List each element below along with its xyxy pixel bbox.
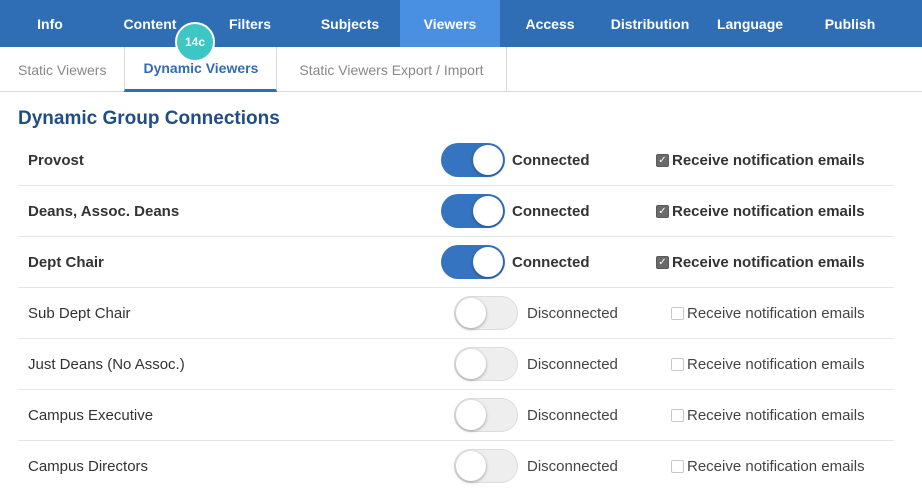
subtab-static-viewers[interactable]: Static Viewers (0, 47, 124, 92)
group-list: Provost Connected ✓ Receive notification … (18, 135, 894, 492)
checkbox-unchecked-icon (671, 307, 684, 320)
notify-label: Receive notification emails (687, 356, 865, 373)
notify-label: Receive notification emails (687, 305, 865, 322)
notify-label: Receive notification emails (672, 254, 865, 271)
connection-status: Disconnected (527, 305, 618, 322)
top-nav: Info Content Filters Subjects Viewers Ac… (0, 0, 922, 47)
group-name: Campus Directors (28, 458, 149, 475)
notify-checkbox[interactable]: Receive notification emails (671, 441, 865, 492)
notify-checkbox[interactable]: ✓ Receive notification emails (656, 135, 865, 186)
group-row: Campus Directors Disconnected Receive no… (18, 441, 894, 492)
connection-status: Connected (512, 254, 590, 271)
notify-checkbox[interactable]: Receive notification emails (671, 390, 865, 441)
connection-toggle[interactable] (441, 143, 505, 177)
step-badge: 14c (175, 22, 215, 62)
connection-toggle[interactable] (454, 296, 518, 330)
tab-subjects[interactable]: Subjects (300, 0, 400, 47)
notify-checkbox[interactable]: ✓ Receive notification emails (656, 186, 865, 237)
checkbox-checked-icon: ✓ (656, 256, 669, 269)
tab-filters[interactable]: Filters (200, 0, 300, 47)
connection-toggle[interactable] (441, 245, 505, 279)
checkbox-unchecked-icon (671, 460, 684, 473)
notify-label: Receive notification emails (687, 458, 865, 475)
connection-toggle[interactable] (454, 347, 518, 381)
checkbox-checked-icon: ✓ (656, 154, 669, 167)
connection-status: Disconnected (527, 356, 618, 373)
checkbox-unchecked-icon (671, 409, 684, 422)
connection-status: Connected (512, 203, 590, 220)
group-row: Sub Dept Chair Disconnected Receive noti… (18, 288, 894, 339)
group-row: Campus Executive Disconnected Receive no… (18, 390, 894, 441)
notify-label: Receive notification emails (672, 203, 865, 220)
group-row: Deans, Assoc. Deans Connected ✓ Receive n… (18, 186, 894, 237)
sub-tabs: Static Viewers Dynamic Viewers Static Vi… (0, 47, 922, 92)
notify-checkbox[interactable]: Receive notification emails (671, 288, 865, 339)
notify-checkbox[interactable]: ✓ Receive notification emails (656, 237, 865, 288)
toggle-knob (456, 349, 486, 379)
tab-info[interactable]: Info (0, 0, 100, 47)
toggle-knob (473, 247, 503, 277)
subtab-static-export-import[interactable]: Static Viewers Export / Import (277, 47, 507, 92)
notify-checkbox[interactable]: Receive notification emails (671, 339, 865, 390)
checkbox-checked-icon: ✓ (656, 205, 669, 218)
group-name: Deans, Assoc. Deans (28, 203, 180, 220)
notify-label: Receive notification emails (687, 407, 865, 424)
connection-toggle[interactable] (454, 449, 518, 483)
connection-toggle[interactable] (454, 398, 518, 432)
group-name: Sub Dept Chair (28, 305, 131, 322)
toggle-knob (473, 196, 503, 226)
connection-toggle[interactable] (441, 194, 505, 228)
tab-distribution[interactable]: Distribution (600, 0, 700, 47)
toggle-knob (456, 298, 486, 328)
checkbox-unchecked-icon (671, 358, 684, 371)
connection-status: Connected (512, 152, 590, 169)
group-row: Dept Chair Connected ✓ Receive notificati… (18, 237, 894, 288)
toggle-knob (456, 400, 486, 430)
tab-viewers[interactable]: Viewers (400, 0, 500, 47)
connection-status: Disconnected (527, 407, 618, 424)
notify-label: Receive notification emails (672, 152, 865, 169)
tab-publish[interactable]: Publish (800, 0, 900, 47)
group-name: Just Deans (No Assoc.) (28, 356, 185, 373)
toggle-knob (473, 145, 503, 175)
tab-language[interactable]: Language (700, 0, 800, 47)
toggle-knob (456, 451, 486, 481)
group-name: Dept Chair (28, 254, 104, 271)
group-row: Provost Connected ✓ Receive notification … (18, 135, 894, 186)
group-name: Provost (28, 152, 84, 169)
section-title: Dynamic Group Connections (18, 108, 280, 129)
tab-access[interactable]: Access (500, 0, 600, 47)
group-name: Campus Executive (28, 407, 154, 424)
group-row: Just Deans (No Assoc.) Disconnected Rece… (18, 339, 894, 390)
connection-status: Disconnected (527, 458, 618, 475)
